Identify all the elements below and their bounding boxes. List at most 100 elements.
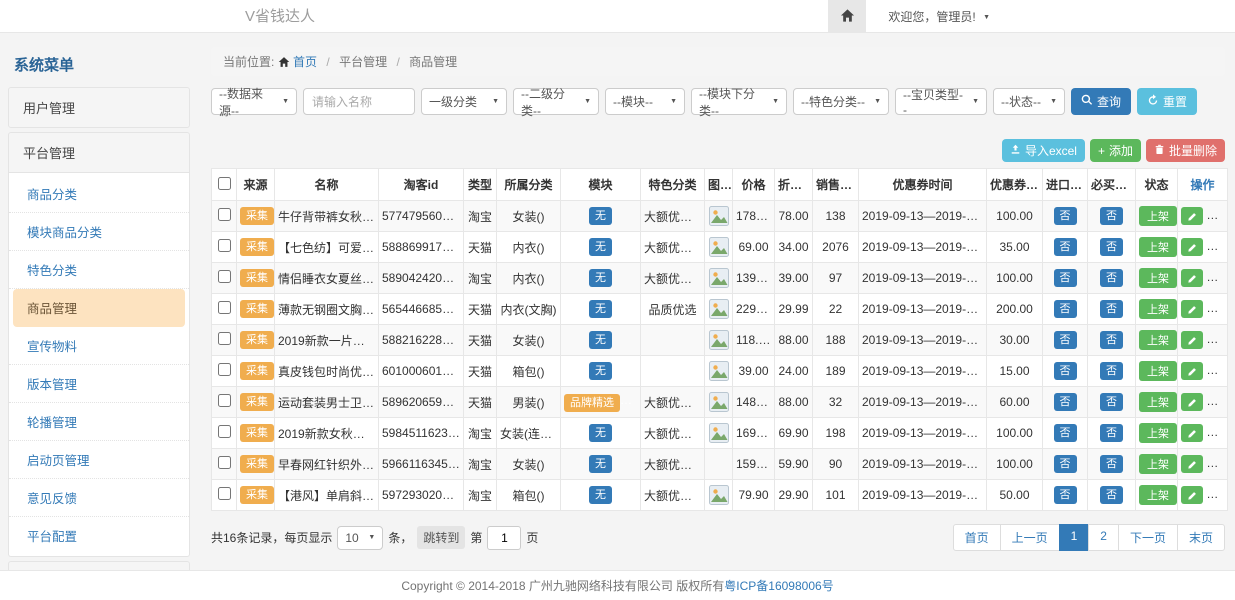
sidebar-item[interactable]: 启动页管理 <box>9 441 189 479</box>
edit-button[interactable] <box>1181 455 1203 473</box>
module-select[interactable]: --模块--▼ <box>605 88 685 115</box>
query-button[interactable]: 查询 <box>1071 88 1131 115</box>
status-button[interactable]: 上架 <box>1139 299 1177 319</box>
delete-button[interactable] <box>1206 486 1227 504</box>
edit-button[interactable] <box>1181 269 1203 287</box>
must-buy-toggle[interactable]: 否 <box>1100 424 1123 442</box>
imported-toggle[interactable]: 否 <box>1054 300 1077 318</box>
row-checkbox[interactable] <box>218 270 231 283</box>
must-buy-toggle[interactable]: 否 <box>1100 486 1123 504</box>
imported-toggle[interactable]: 否 <box>1054 424 1077 442</box>
must-buy-toggle[interactable]: 否 <box>1100 393 1123 411</box>
must-buy-toggle[interactable]: 否 <box>1100 331 1123 349</box>
delete-button[interactable] <box>1206 362 1227 380</box>
sidebar-item[interactable]: 特色分类 <box>9 251 189 289</box>
level1-category-select[interactable]: 一级分类▼ <box>421 88 507 115</box>
edit-button[interactable] <box>1181 331 1203 349</box>
edit-button[interactable] <box>1181 393 1203 411</box>
edit-button[interactable] <box>1181 362 1203 380</box>
imported-toggle[interactable]: 否 <box>1054 362 1077 380</box>
sidebar-section[interactable]: 拼团管理 <box>8 561 190 570</box>
breadcrumb-home-link[interactable]: 首页 <box>293 55 317 69</box>
edit-button[interactable] <box>1181 300 1203 318</box>
must-buy-toggle[interactable]: 否 <box>1100 362 1123 380</box>
sidebar-item[interactable]: 商品管理 <box>13 289 185 327</box>
delete-button[interactable] <box>1206 455 1227 473</box>
sidebar-item[interactable]: 商品分类 <box>9 175 189 213</box>
edit-button[interactable] <box>1181 207 1203 225</box>
pager-button[interactable]: 首页 <box>953 524 1001 551</box>
row-checkbox[interactable] <box>218 394 231 407</box>
delete-button[interactable] <box>1206 238 1227 256</box>
sidebar-section[interactable]: 平台管理 <box>8 132 190 173</box>
edit-button[interactable] <box>1181 238 1203 256</box>
sidebar-item[interactable]: 平台配置 <box>9 517 189 554</box>
imported-toggle[interactable]: 否 <box>1054 207 1077 225</box>
pager-button[interactable]: 上一页 <box>1000 524 1060 551</box>
row-checkbox[interactable] <box>218 487 231 500</box>
must-buy-toggle[interactable]: 否 <box>1100 269 1123 287</box>
batch-delete-button[interactable]: 批量删除 <box>1146 139 1225 162</box>
reset-button[interactable]: 重置 <box>1137 88 1197 115</box>
module-subcategory-select[interactable]: --模块下分类--▼ <box>691 88 787 115</box>
imported-toggle[interactable]: 否 <box>1054 238 1077 256</box>
delete-button[interactable] <box>1206 300 1227 318</box>
must-buy-toggle[interactable]: 否 <box>1100 207 1123 225</box>
sidebar-section[interactable]: 用户管理 <box>8 87 190 128</box>
sidebar-item[interactable]: 版本管理 <box>9 365 189 403</box>
add-button[interactable]: + 添加 <box>1090 139 1141 162</box>
row-checkbox[interactable] <box>218 332 231 345</box>
status-button[interactable]: 上架 <box>1139 423 1177 443</box>
status-button[interactable]: 上架 <box>1139 485 1177 505</box>
sidebar-item[interactable]: 轮播管理 <box>9 403 189 441</box>
imported-toggle[interactable]: 否 <box>1054 269 1077 287</box>
row-checkbox[interactable] <box>218 301 231 314</box>
must-buy-toggle[interactable]: 否 <box>1100 300 1123 318</box>
page-number-input[interactable] <box>487 526 521 550</box>
sidebar-item[interactable]: 模块商品分类 <box>9 213 189 251</box>
pager-button[interactable]: 下一页 <box>1118 524 1178 551</box>
status-button[interactable]: 上架 <box>1139 206 1177 226</box>
row-checkbox[interactable] <box>218 425 231 438</box>
import-excel-button[interactable]: 导入excel <box>1002 139 1085 162</box>
row-checkbox[interactable] <box>218 363 231 376</box>
edit-button[interactable] <box>1181 486 1203 504</box>
row-checkbox[interactable] <box>218 239 231 252</box>
select-all-checkbox[interactable] <box>218 177 231 190</box>
delete-button[interactable] <box>1206 331 1227 349</box>
delete-button[interactable] <box>1206 207 1227 225</box>
status-button[interactable]: 上架 <box>1139 392 1177 412</box>
status-button[interactable]: 上架 <box>1139 268 1177 288</box>
user-menu[interactable]: 欢迎您，管理员! ▼ <box>888 8 990 25</box>
icp-link[interactable]: 粤ICP备16098006号 <box>724 579 833 593</box>
pager-button[interactable]: 末页 <box>1177 524 1225 551</box>
status-button[interactable]: 上架 <box>1139 237 1177 257</box>
must-buy-toggle[interactable]: 否 <box>1100 238 1123 256</box>
level2-category-select[interactable]: --二级分类--▼ <box>513 88 599 115</box>
feature-category-select[interactable]: --特色分类--▼ <box>793 88 889 115</box>
status-button[interactable]: 上架 <box>1139 361 1177 381</box>
per-page-select[interactable]: 10▼ <box>337 526 383 550</box>
row-checkbox[interactable] <box>218 208 231 221</box>
status-select[interactable]: --状态--▼ <box>993 88 1065 115</box>
edit-button[interactable] <box>1181 424 1203 442</box>
pager-button[interactable]: 2 <box>1088 524 1119 551</box>
jump-button[interactable]: 跳转到 <box>417 526 465 549</box>
imported-toggle[interactable]: 否 <box>1054 331 1077 349</box>
must-buy-toggle[interactable]: 否 <box>1100 455 1123 473</box>
status-button[interactable]: 上架 <box>1139 454 1177 474</box>
delete-button[interactable] <box>1206 269 1227 287</box>
imported-toggle[interactable]: 否 <box>1054 455 1077 473</box>
delete-button[interactable] <box>1206 393 1227 411</box>
status-button[interactable]: 上架 <box>1139 330 1177 350</box>
home-button[interactable] <box>828 0 866 33</box>
data-source-select[interactable]: --数据来源--▼ <box>211 88 297 115</box>
item-type-select[interactable]: --宝贝类型--▼ <box>895 88 987 115</box>
pager-button[interactable]: 1 <box>1059 524 1090 551</box>
row-checkbox[interactable] <box>218 456 231 469</box>
sidebar-item[interactable]: 意见反馈 <box>9 479 189 517</box>
imported-toggle[interactable]: 否 <box>1054 393 1077 411</box>
imported-toggle[interactable]: 否 <box>1054 486 1077 504</box>
delete-button[interactable] <box>1206 424 1227 442</box>
sidebar-item[interactable]: 宣传物料 <box>9 327 189 365</box>
